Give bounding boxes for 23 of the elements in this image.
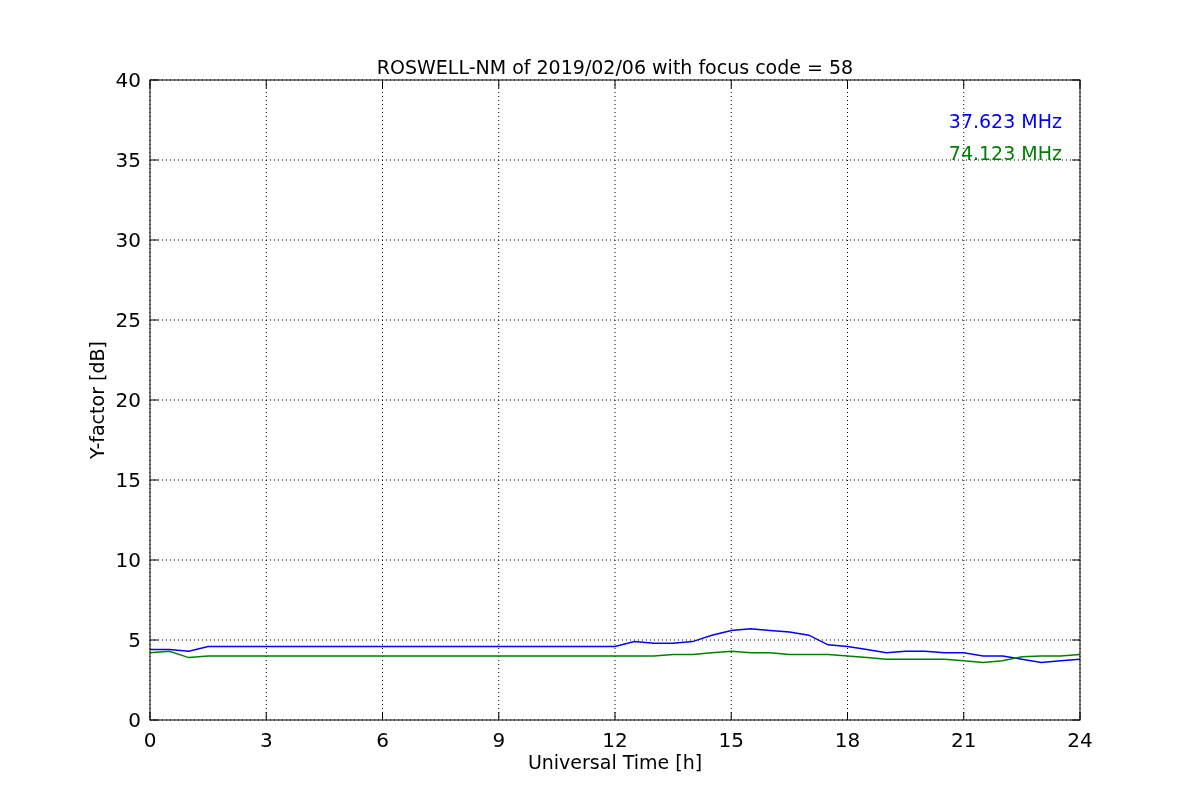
x-tick-label: 9: [492, 728, 506, 752]
y-tick-label: 10: [115, 548, 141, 572]
legend-label: 74.123 MHz: [948, 142, 1062, 164]
x-tick-label: 6: [376, 728, 389, 752]
legend-label: 37.623 MHz: [948, 110, 1062, 132]
y-tick-label: 5: [128, 628, 141, 652]
chart-title: ROSWELL-NM of 2019/02/06 with focus code = 58: [376, 56, 854, 78]
x-tick-label: 0: [143, 728, 157, 752]
x-tick-label: 15: [718, 728, 744, 752]
y-tick-label: 20: [115, 388, 141, 412]
y-tick-label: 30: [115, 228, 141, 252]
x-tick-label: 21: [951, 728, 977, 752]
x-tick-label: 3: [259, 728, 273, 752]
y-axis-label: Y-factor [dB]: [86, 341, 108, 459]
x-tick-label: 18: [834, 728, 861, 752]
x-axis-label: Universal Time [h]: [527, 751, 703, 773]
y-tick-label: 15: [115, 468, 141, 492]
y-tick-label: 25: [115, 308, 141, 332]
x-tick-label: 24: [1067, 728, 1093, 752]
x-tick-label: 12: [602, 728, 628, 752]
y-tick-label: 40: [115, 68, 141, 92]
y-tick-label: 0: [128, 708, 141, 732]
y-tick-label: 35: [115, 148, 141, 172]
